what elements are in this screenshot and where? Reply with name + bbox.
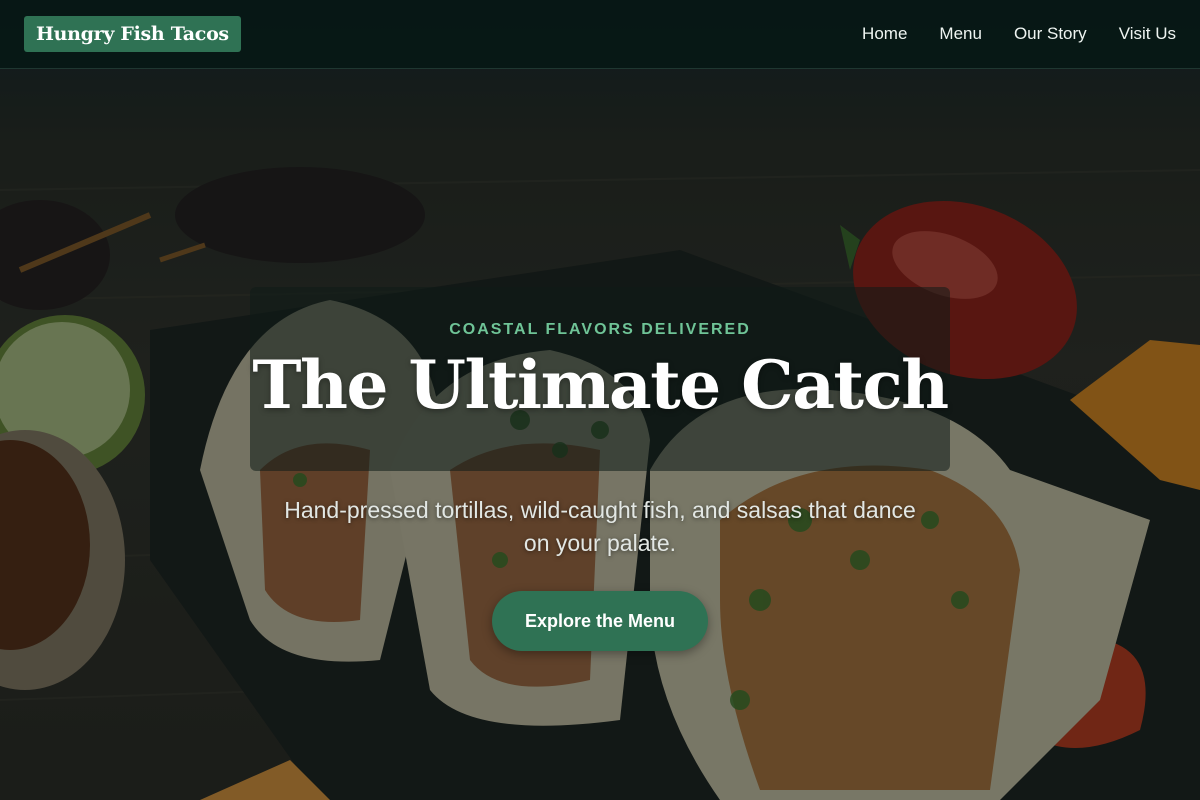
explore-menu-button[interactable]: Explore the Menu	[492, 591, 708, 651]
hero-eyebrow: COASTAL FLAVORS DELIVERED	[449, 321, 751, 338]
hero-title: The Ultimate Catch	[252, 346, 949, 424]
brand-logo[interactable]: Hungry Fish Tacos	[24, 16, 241, 52]
hero-subtitle: Hand-pressed tortillas, wild-caught fish…	[284, 497, 916, 556]
nav-link-home[interactable]: Home	[862, 24, 907, 44]
nav-link-visit-us[interactable]: Visit Us	[1119, 24, 1176, 44]
top-navbar: Hungry Fish Tacos Home Menu Our Story Vi…	[0, 0, 1200, 69]
nav-link-menu[interactable]: Menu	[939, 24, 982, 44]
nav-link-our-story[interactable]: Our Story	[1014, 24, 1087, 44]
nav-links: Home Menu Our Story Visit Us	[862, 24, 1176, 44]
